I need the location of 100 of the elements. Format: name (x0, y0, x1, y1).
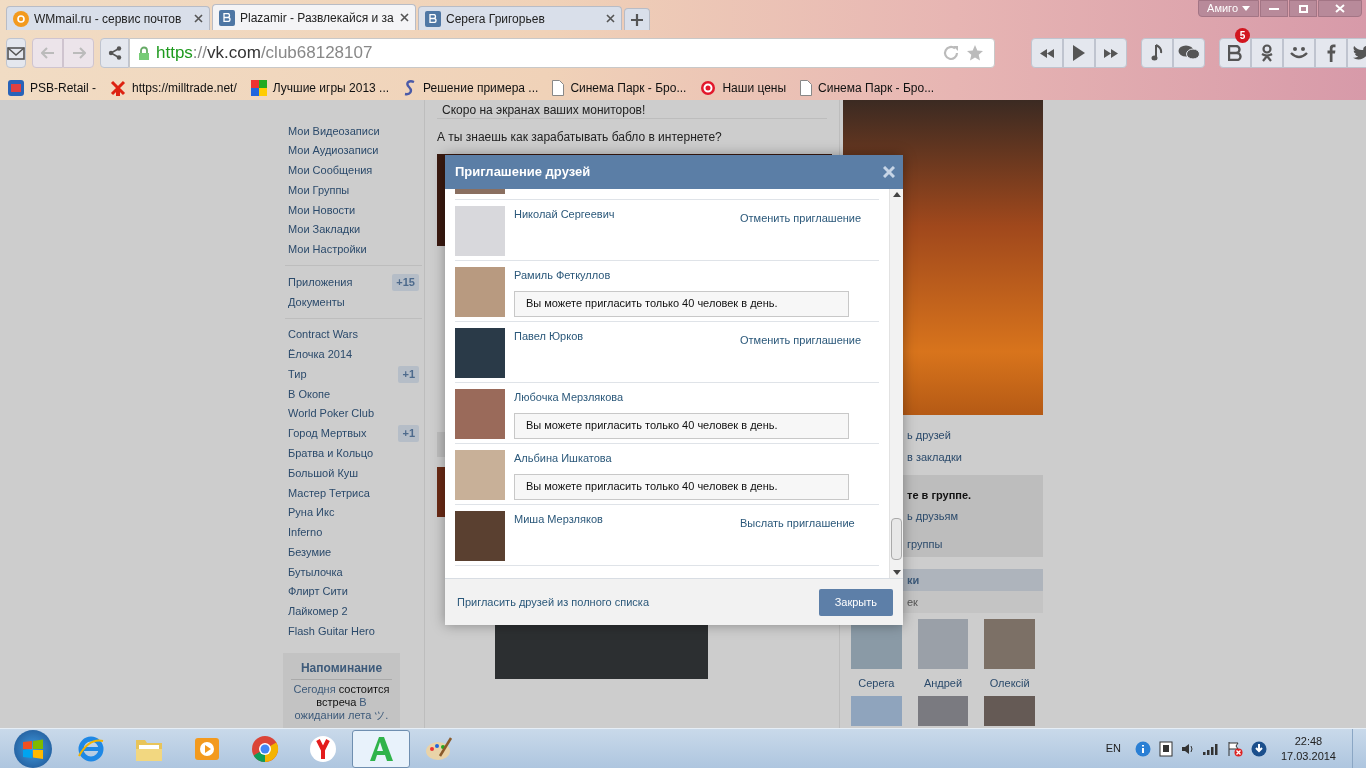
sidebar-item[interactable]: Мастер Тетриса (288, 484, 370, 501)
scroll-up-icon[interactable] (892, 192, 901, 197)
bookmark[interactable]: PSB-Retail - (8, 79, 97, 97)
fast-forward-button[interactable] (1095, 38, 1127, 68)
invite-from-list-link[interactable]: Пригласить друзей из полного списка (457, 593, 819, 611)
star-icon[interactable] (966, 44, 984, 62)
browser-tab[interactable]: Plazamir - Развлекайся и за (212, 4, 416, 30)
group-link[interactable]: ь друзьям (907, 507, 958, 524)
scroll-thumb[interactable] (891, 518, 902, 560)
close-button[interactable] (1318, 0, 1362, 17)
close-icon[interactable] (400, 13, 409, 22)
clock-date[interactable]: 17.03.2014 (1280, 748, 1336, 764)
bookmark[interactable]: Синема Парк - Бро... (552, 79, 687, 97)
clock-time[interactable]: 22:48 (1294, 733, 1323, 749)
sidebar-item[interactable]: Братва и Кольцо (288, 445, 374, 462)
friend-name[interactable]: Павел Юрков (514, 328, 584, 349)
minimize-button[interactable] (1260, 0, 1288, 17)
friend-name[interactable]: Альбина Ишкатова (514, 450, 612, 467)
sidebar-item[interactable]: Приложения (288, 273, 353, 291)
bookmark[interactable]: https://milltrade.net/ (110, 79, 237, 97)
sidebar-item[interactable]: Contract Wars (288, 326, 358, 343)
sidebar-item[interactable]: Flash Guitar Hero (288, 622, 375, 640)
close-icon[interactable] (194, 14, 203, 23)
limit-notice: Вы можете пригласить только 40 человек в день. (514, 290, 849, 317)
friend-photo (984, 619, 1035, 669)
sidebar-item[interactable]: Город Мертвых (288, 425, 367, 442)
share-button[interactable] (100, 38, 129, 68)
close-icon[interactable] (606, 14, 615, 23)
sidebar-item[interactable]: Мои Новости (288, 201, 356, 219)
count-badge: +15 (392, 273, 419, 291)
facebook-button[interactable] (1315, 38, 1347, 68)
invite-link[interactable]: Отменить приглашение (740, 210, 865, 227)
caret-icon (1242, 6, 1250, 11)
bookmark[interactable]: Синема Парк - Бро... (800, 79, 935, 97)
close-dialog-button[interactable]: Закрыть (818, 588, 893, 616)
sidebar-item[interactable]: Лайкомер 2 (288, 603, 348, 620)
sidebar-item[interactable]: Inferno (288, 524, 323, 541)
friend-name[interactable]: Серега (858, 675, 895, 692)
group-link[interactable]: ь друзей (907, 427, 951, 444)
address-field[interactable]: https://vk.com/club68128107 (129, 38, 995, 68)
sidebar-item[interactable]: Большой Куш (288, 464, 359, 482)
sidebar-item[interactable]: World Poker Club (288, 405, 374, 422)
start-button[interactable] (14, 729, 52, 768)
bookmark[interactable]: Решение примера ... (403, 79, 539, 97)
vk-button[interactable] (1219, 38, 1251, 68)
sidebar-item[interactable]: Мои Настройки (288, 241, 367, 258)
ok-button[interactable] (1251, 38, 1283, 68)
friend-name[interactable]: Олексій (989, 675, 1030, 692)
minimize-icon (1269, 7, 1279, 10)
friend-name[interactable]: Андрей (923, 675, 963, 692)
speaker-icon[interactable] (1180, 741, 1195, 756)
sidebar-item[interactable]: Безумие (288, 543, 332, 561)
reminder-text: Сегодня состоится встреча В ожидании лета ツ. (292, 683, 391, 722)
friend-name[interactable]: Миша Мерзляков (514, 511, 603, 532)
friend-photo (984, 695, 1035, 726)
friend-name[interactable]: Николай Сергеевич (514, 206, 615, 227)
sidebar-item[interactable]: Мои Видеозаписи (288, 122, 380, 140)
invite-link[interactable]: Отменить приглашение (740, 332, 865, 349)
new-tab-button[interactable] (624, 8, 650, 30)
sidebar-item[interactable]: Мои Сообщения (288, 162, 373, 179)
sidebar-item[interactable]: Мои Группы (288, 181, 350, 199)
signal-icon[interactable] (1202, 742, 1219, 755)
music-button[interactable] (1141, 38, 1173, 68)
sidebar-item[interactable]: Бутылочка (288, 563, 343, 581)
browser-tab[interactable]: Серега Григорьев (418, 6, 622, 30)
mail-button[interactable] (6, 38, 26, 68)
sidebar-item[interactable]: Мои Аудиозаписи (288, 142, 379, 159)
browser-tab[interactable]: WMmail.ru - сервис почтов (6, 6, 210, 30)
language-indicator[interactable]: EN (1105, 740, 1121, 757)
bank-icon (8, 80, 24, 96)
invite-link[interactable]: Выслать приглашение (740, 515, 865, 532)
person-icon (1260, 44, 1274, 62)
friend-name[interactable]: Любочка Мерзлякова (514, 389, 624, 406)
taskbar-app[interactable] (352, 729, 410, 768)
rewind-button[interactable] (1031, 38, 1063, 68)
scroll-down-icon[interactable] (892, 570, 901, 575)
maximize-button[interactable] (1289, 0, 1317, 17)
device-icon[interactable] (1158, 740, 1173, 757)
sidebar-item[interactable]: Руна Икс (288, 504, 335, 521)
sidebar-item[interactable]: Документы (288, 293, 345, 311)
download-icon[interactable] (1250, 740, 1267, 757)
friend-avatar (455, 511, 505, 561)
play-button[interactable] (1063, 38, 1095, 68)
sidebar-item[interactable]: Тир (288, 365, 307, 383)
chat-button[interactable] (1173, 38, 1205, 68)
flag-icon[interactable] (1226, 740, 1243, 757)
bookmark[interactable]: Наши цены (700, 79, 787, 97)
smile-button[interactable] (1283, 38, 1315, 68)
bookmark[interactable]: Лучшие игры 2013 ... (250, 79, 390, 97)
info-icon[interactable] (1134, 740, 1151, 757)
dialog-title: Приглашение друзей (455, 163, 592, 182)
sidebar-item[interactable]: В Окопе (288, 385, 331, 403)
group-link[interactable]: в закладки (907, 448, 962, 465)
windmill-icon (110, 80, 127, 96)
scrollbar[interactable] (889, 189, 903, 578)
friend-name[interactable]: Рамиль Феткуллов (514, 267, 611, 284)
sidebar-item[interactable]: Флирт Сити (288, 583, 348, 600)
sidebar-item[interactable]: Мои Закладки (288, 221, 361, 238)
group-link[interactable]: группы (907, 536, 943, 553)
sidebar-item[interactable]: Ёлочка 2014 (288, 346, 353, 363)
